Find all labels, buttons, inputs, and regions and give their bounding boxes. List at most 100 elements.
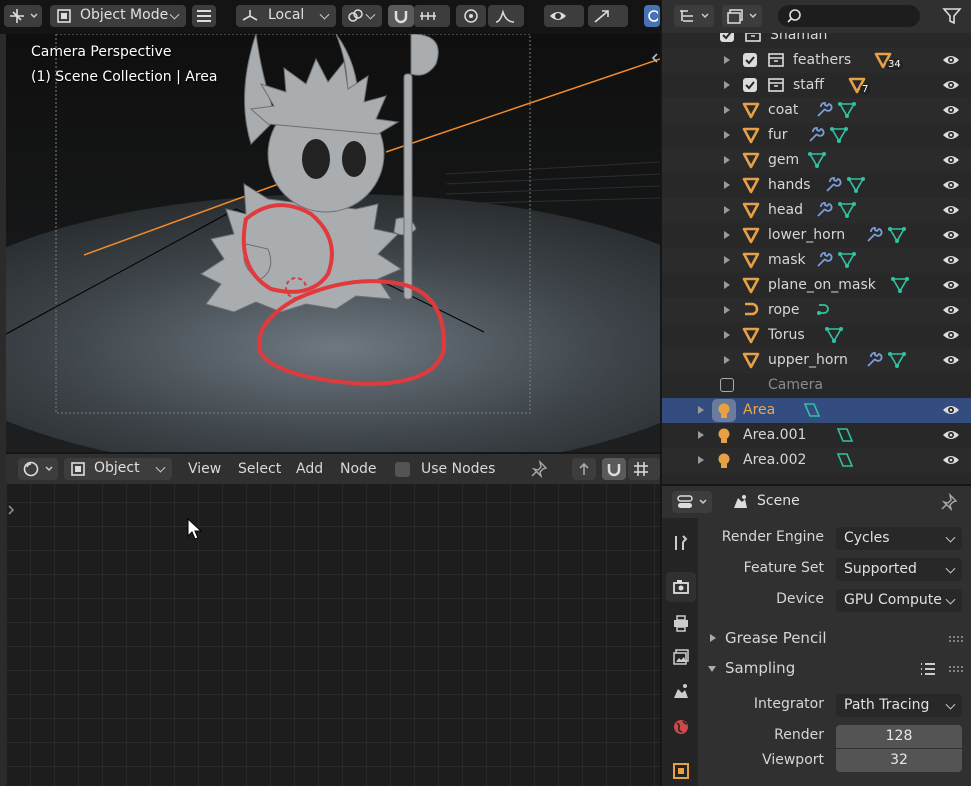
filter-icon[interactable]	[942, 6, 962, 26]
expand-triangle-icon[interactable]	[724, 206, 730, 214]
sidebar-toggle-arrow-icon[interactable]	[650, 52, 660, 64]
eye-icon[interactable]	[942, 228, 960, 242]
outliner-row-hands[interactable]: hands	[662, 173, 971, 198]
expand-triangle-icon[interactable]	[724, 156, 730, 164]
area-light-data-icon[interactable]	[835, 426, 855, 444]
expand-triangle-icon[interactable]	[724, 356, 730, 364]
eye-icon[interactable]	[942, 403, 960, 417]
editor-type-button[interactable]	[4, 5, 42, 27]
outliner-row-staff[interactable]: 7 staff	[662, 73, 971, 98]
expand-triangle-icon[interactable]	[724, 306, 730, 314]
shader-type-dropdown[interactable]: Object	[64, 458, 172, 480]
expand-triangle-icon[interactable]	[724, 106, 730, 114]
eye-icon[interactable]	[942, 353, 960, 367]
sampling-panel-header[interactable]: Sampling	[704, 657, 966, 681]
pin-icon[interactable]	[530, 460, 548, 478]
outliner-row-lower-horn[interactable]: lower_horn	[662, 223, 971, 248]
eye-icon[interactable]	[942, 53, 960, 67]
use-nodes-checkbox[interactable]	[395, 462, 410, 477]
eye-icon[interactable]	[942, 278, 960, 292]
presets-list-icon[interactable]	[918, 660, 938, 678]
outliner-row-gem[interactable]: gem	[662, 148, 971, 173]
outliner-row-area-002[interactable]: Area.002	[662, 448, 971, 473]
include-checkbox[interactable]	[743, 53, 757, 67]
wrench-modifier-icon[interactable]	[824, 176, 842, 194]
viewport-samples-field[interactable]: 32	[836, 749, 962, 772]
mesh-data-icon[interactable]	[829, 126, 849, 144]
eye-icon[interactable]	[942, 178, 960, 192]
visibility-dropdown[interactable]	[544, 5, 584, 27]
render-engine-dropdown[interactable]: Cycles	[836, 527, 962, 550]
outliner-row-plane-on-mask[interactable]: plane_on_mask	[662, 273, 971, 298]
wrench-modifier-icon[interactable]	[807, 126, 825, 144]
mesh-data-icon[interactable]	[837, 101, 857, 119]
menu-add[interactable]: Add	[296, 461, 323, 477]
expand-triangle-icon[interactable]	[724, 131, 730, 139]
outliner-row-head[interactable]: head	[662, 198, 971, 223]
mesh-data-icon[interactable]	[807, 151, 827, 169]
outliner-row-torus[interactable]: Torus	[662, 323, 971, 348]
orientation-dropdown[interactable]: Local	[236, 5, 336, 27]
eye-icon[interactable]	[942, 428, 960, 442]
area-light-data-icon[interactable]	[802, 401, 822, 419]
mesh-data-icon[interactable]	[846, 176, 866, 194]
expand-triangle-icon[interactable]	[724, 331, 730, 339]
mesh-data-icon[interactable]	[887, 226, 907, 244]
wrench-modifier-icon[interactable]	[865, 226, 883, 244]
menu-select[interactable]: Select	[238, 461, 281, 477]
grease-pencil-panel-header[interactable]: Grease Pencil	[704, 627, 966, 651]
drag-handle-icon[interactable]	[948, 665, 964, 673]
eye-icon[interactable]	[942, 303, 960, 317]
eye-icon[interactable]	[942, 128, 960, 142]
outliner-search-input[interactable]	[778, 5, 920, 27]
wrench-modifier-icon[interactable]	[815, 101, 833, 119]
mesh-data-icon[interactable]	[887, 351, 907, 369]
mesh-data-icon[interactable]	[890, 276, 910, 294]
curve-data-icon[interactable]	[815, 301, 833, 319]
expand-triangle-icon[interactable]	[724, 181, 730, 189]
outliner-row-area-001[interactable]: Area.001	[662, 423, 971, 448]
integrator-dropdown[interactable]: Path Tracing	[836, 694, 962, 717]
pivot-dropdown[interactable]	[342, 5, 382, 27]
feature-set-dropdown[interactable]: Supported	[836, 558, 962, 581]
node-snap-target-dropdown[interactable]	[628, 458, 660, 480]
node-snap-toggle[interactable]	[602, 458, 626, 480]
proportional-edit-toggle[interactable]	[456, 5, 486, 27]
eye-icon[interactable]	[942, 328, 960, 342]
outliner-row-fur[interactable]: fur	[662, 123, 971, 148]
overlays-toggle[interactable]	[644, 5, 660, 27]
outliner-row-camera[interactable]: Camera	[662, 373, 971, 398]
viewport-render[interactable]	[6, 34, 660, 452]
expand-triangle-icon[interactable]	[724, 281, 730, 289]
wrench-modifier-icon[interactable]	[815, 251, 833, 269]
expand-triangle-icon[interactable]	[698, 456, 704, 464]
drag-handle-icon[interactable]	[948, 635, 964, 643]
tab-world[interactable]	[666, 712, 696, 742]
falloff-dropdown[interactable]	[488, 5, 524, 27]
expand-triangle-icon[interactable]	[724, 231, 730, 239]
outliner-row-rope[interactable]: rope	[662, 298, 971, 323]
outliner-row-upper-horn[interactable]: upper_horn	[662, 348, 971, 373]
tab-object[interactable]	[666, 756, 696, 786]
outliner-editor-type-button[interactable]	[674, 5, 714, 27]
gizmo-dropdown[interactable]	[588, 5, 628, 27]
node-editor[interactable]	[6, 454, 660, 786]
display-mode-dropdown[interactable]	[722, 5, 762, 27]
properties-editor-type-button[interactable]	[672, 491, 712, 513]
3d-viewport[interactable]: Object Mode Local Camera Perspective (1)…	[0, 0, 660, 452]
mesh-data-icon[interactable]	[837, 201, 857, 219]
area-light-data-icon[interactable]	[835, 451, 855, 469]
menu-node[interactable]: Node	[340, 461, 377, 477]
expand-triangle-icon[interactable]	[724, 56, 730, 64]
parent-node-tree-button[interactable]	[572, 458, 596, 480]
outliner-row-feathers[interactable]: 34 feathers	[662, 48, 971, 73]
expand-triangle-icon[interactable]	[724, 81, 730, 89]
expand-triangle-icon[interactable]	[724, 256, 730, 264]
eye-icon[interactable]	[942, 78, 960, 92]
mesh-data-icon[interactable]	[824, 326, 844, 344]
pin-icon[interactable]	[940, 493, 958, 511]
eye-icon[interactable]	[942, 103, 960, 117]
mesh-data-icon[interactable]	[837, 251, 857, 269]
snap-toggle[interactable]	[388, 5, 414, 27]
tab-scene[interactable]	[666, 676, 696, 706]
